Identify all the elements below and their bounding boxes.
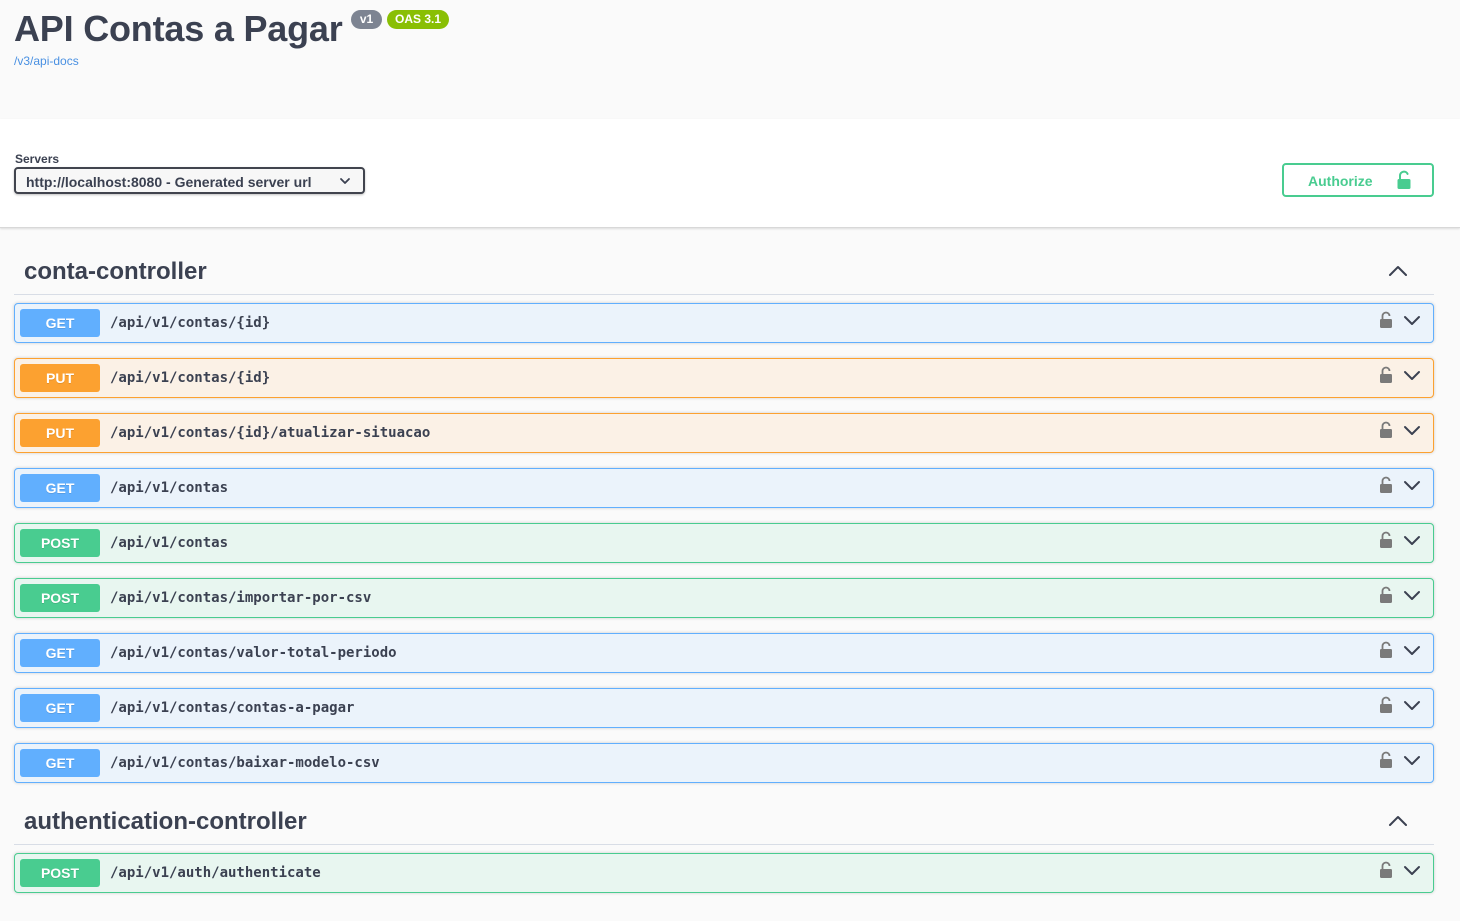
authorize-button[interactable]: Authorize bbox=[1282, 163, 1434, 197]
method-badge: PUT bbox=[20, 419, 100, 447]
operation-get[interactable]: GET/api/v1/contas bbox=[14, 468, 1434, 508]
tag-conta-controller[interactable]: conta-controller bbox=[14, 250, 1434, 295]
operation-get[interactable]: GET/api/v1/contas/{id} bbox=[14, 303, 1434, 343]
operation-put[interactable]: PUT/api/v1/contas/{id} bbox=[14, 358, 1434, 398]
method-badge: GET bbox=[20, 309, 100, 337]
version-badge: v1 bbox=[351, 10, 382, 29]
method-badge: PUT bbox=[20, 364, 100, 392]
chevron-up-icon[interactable] bbox=[1388, 264, 1408, 278]
chevron-down-icon[interactable] bbox=[1403, 590, 1421, 602]
chevron-down-icon[interactable] bbox=[1403, 370, 1421, 382]
operation-path: /api/v1/contas/valor-total-periodo bbox=[110, 645, 397, 661]
lock-icon[interactable] bbox=[1379, 696, 1393, 714]
operation-put[interactable]: PUT/api/v1/contas/{id}/atualizar-situaca… bbox=[14, 413, 1434, 453]
lock-icon[interactable] bbox=[1379, 311, 1393, 329]
method-badge: POST bbox=[20, 859, 100, 887]
chevron-down-icon[interactable] bbox=[1403, 865, 1421, 877]
lock-icon[interactable] bbox=[1379, 421, 1393, 439]
chevron-down-icon bbox=[340, 178, 350, 184]
authorize-label: Authorize bbox=[1308, 173, 1373, 189]
info-header: API Contas a Pagar v1 OAS 3.1 /v3/api-do… bbox=[0, 0, 1460, 119]
lock-icon[interactable] bbox=[1379, 751, 1393, 769]
operation-get[interactable]: GET/api/v1/contas/contas-a-pagar bbox=[14, 688, 1434, 728]
operation-get[interactable]: GET/api/v1/contas/valor-total-periodo bbox=[14, 633, 1434, 673]
servers-label: Servers bbox=[15, 152, 60, 166]
chevron-down-icon[interactable] bbox=[1403, 645, 1421, 657]
operation-post[interactable]: POST/api/v1/contas bbox=[14, 523, 1434, 563]
tag-title: conta-controller bbox=[24, 258, 207, 285]
chevron-down-icon[interactable] bbox=[1403, 425, 1421, 437]
operation-path: /api/v1/auth/authenticate bbox=[110, 865, 321, 881]
lock-icon[interactable] bbox=[1379, 531, 1393, 549]
oas-badge: OAS 3.1 bbox=[387, 10, 449, 29]
operation-path: /api/v1/contas/contas-a-pagar bbox=[110, 700, 355, 716]
lock-icon[interactable] bbox=[1379, 641, 1393, 659]
lock-open-icon bbox=[1397, 170, 1411, 189]
operation-path: /api/v1/contas bbox=[110, 535, 229, 551]
operation-post[interactable]: POST/api/v1/contas/importar-por-csv bbox=[14, 578, 1434, 618]
scheme-container: Servers http://localhost:8080 - Generate… bbox=[0, 119, 1460, 228]
api-docs-link[interactable]: /v3/api-docs bbox=[14, 54, 79, 68]
method-badge: POST bbox=[20, 529, 100, 557]
chevron-down-icon[interactable] bbox=[1403, 315, 1421, 327]
method-badge: GET bbox=[20, 474, 100, 502]
lock-icon[interactable] bbox=[1379, 476, 1393, 494]
method-badge: GET bbox=[20, 694, 100, 722]
chevron-down-icon[interactable] bbox=[1403, 535, 1421, 547]
lock-icon[interactable] bbox=[1379, 861, 1393, 879]
operation-post[interactable]: POST/api/v1/auth/authenticate bbox=[14, 853, 1434, 893]
chevron-down-icon[interactable] bbox=[1403, 700, 1421, 712]
tag-title: authentication-controller bbox=[24, 808, 307, 835]
method-badge: GET bbox=[20, 749, 100, 777]
lock-icon[interactable] bbox=[1379, 586, 1393, 604]
server-select[interactable]: http://localhost:8080 - Generated server… bbox=[14, 167, 365, 194]
chevron-down-icon[interactable] bbox=[1403, 755, 1421, 767]
operation-get[interactable]: GET/api/v1/contas/baixar-modelo-csv bbox=[14, 743, 1434, 783]
operation-path: /api/v1/contas/importar-por-csv bbox=[110, 590, 372, 606]
lock-icon[interactable] bbox=[1379, 366, 1393, 384]
operation-path: /api/v1/contas/{id}/atualizar-situacao bbox=[110, 425, 431, 441]
method-badge: GET bbox=[20, 639, 100, 667]
method-badge: POST bbox=[20, 584, 100, 612]
operation-path: /api/v1/contas/{id} bbox=[110, 315, 271, 331]
operation-path: /api/v1/contas/baixar-modelo-csv bbox=[110, 755, 380, 771]
page-title: API Contas a Pagar bbox=[14, 8, 343, 49]
operation-path: /api/v1/contas bbox=[110, 480, 229, 496]
operation-path: /api/v1/contas/{id} bbox=[110, 370, 271, 386]
server-select-value: http://localhost:8080 - Generated server… bbox=[26, 174, 312, 190]
chevron-up-icon[interactable] bbox=[1388, 814, 1408, 828]
chevron-down-icon[interactable] bbox=[1403, 480, 1421, 492]
tag-authentication-controller[interactable]: authentication-controller bbox=[14, 800, 1434, 845]
